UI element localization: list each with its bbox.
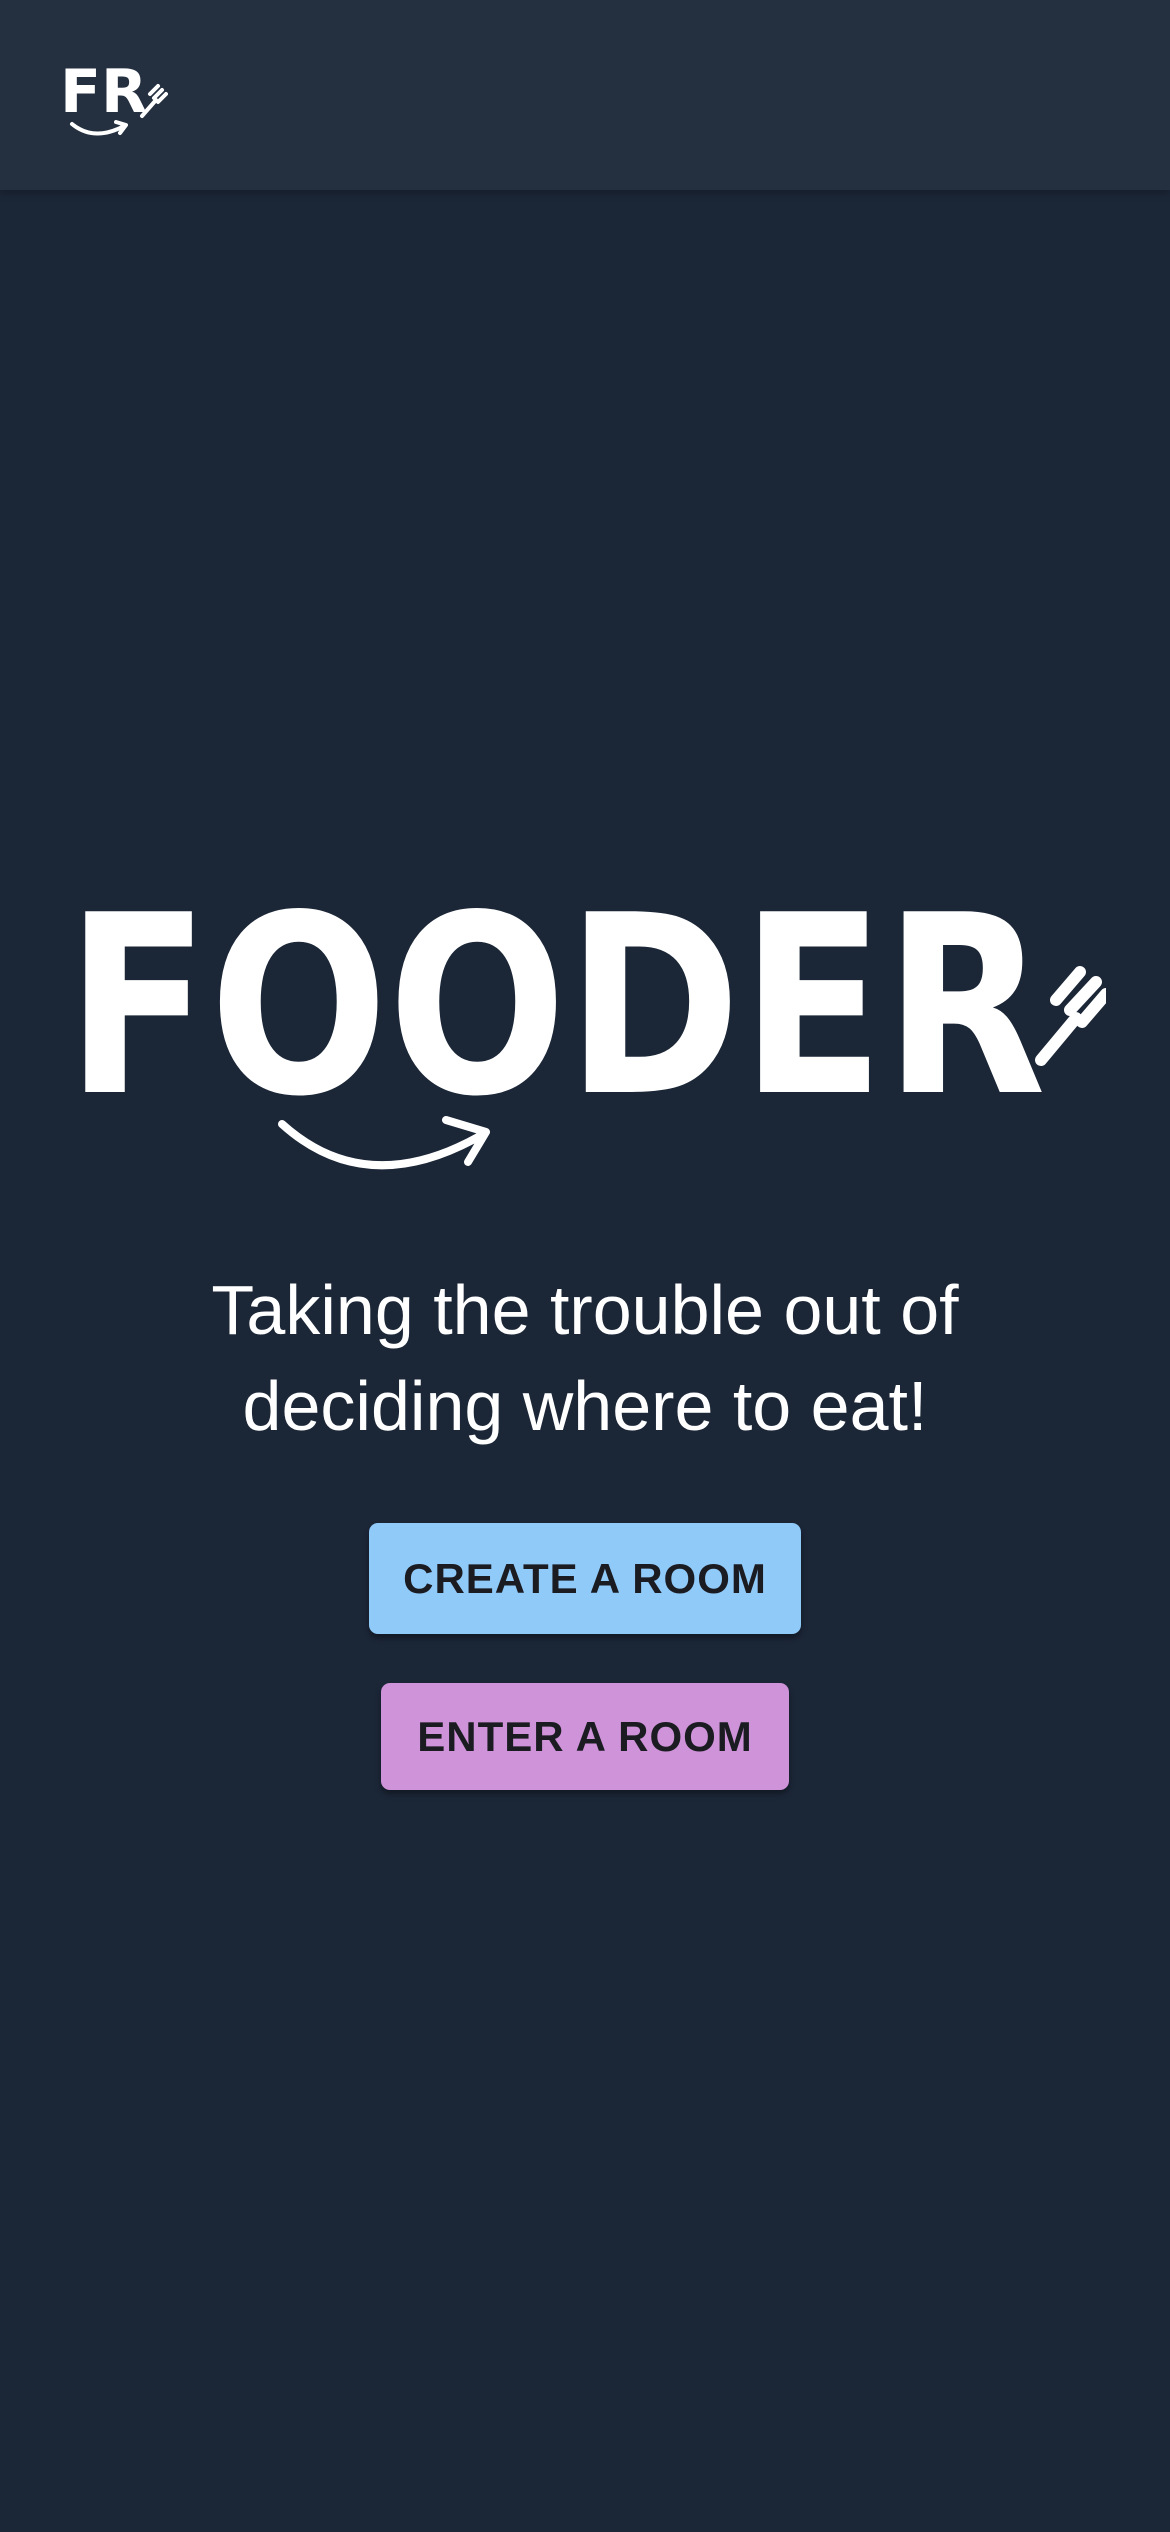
tagline: Taking the trouble out of deciding where… [0, 1262, 1170, 1454]
fooder-logo: FOODER [66, 900, 1106, 1170]
fork-icon [1035, 966, 1106, 1066]
tagline-line-2: deciding where to eat! [242, 1367, 928, 1445]
enter-room-button[interactable]: ENTER A ROOM [381, 1683, 789, 1790]
create-room-button[interactable]: CREATE A ROOM [369, 1523, 801, 1634]
app-bar: FR [0, 0, 1170, 190]
app-bar-logo-text: FR [60, 57, 147, 127]
tagline-line-1: Taking the trouble out of [211, 1271, 959, 1349]
app-bar-logo[interactable]: FR [58, 56, 168, 144]
fooder-logo-text: FOODER [66, 900, 1046, 1151]
